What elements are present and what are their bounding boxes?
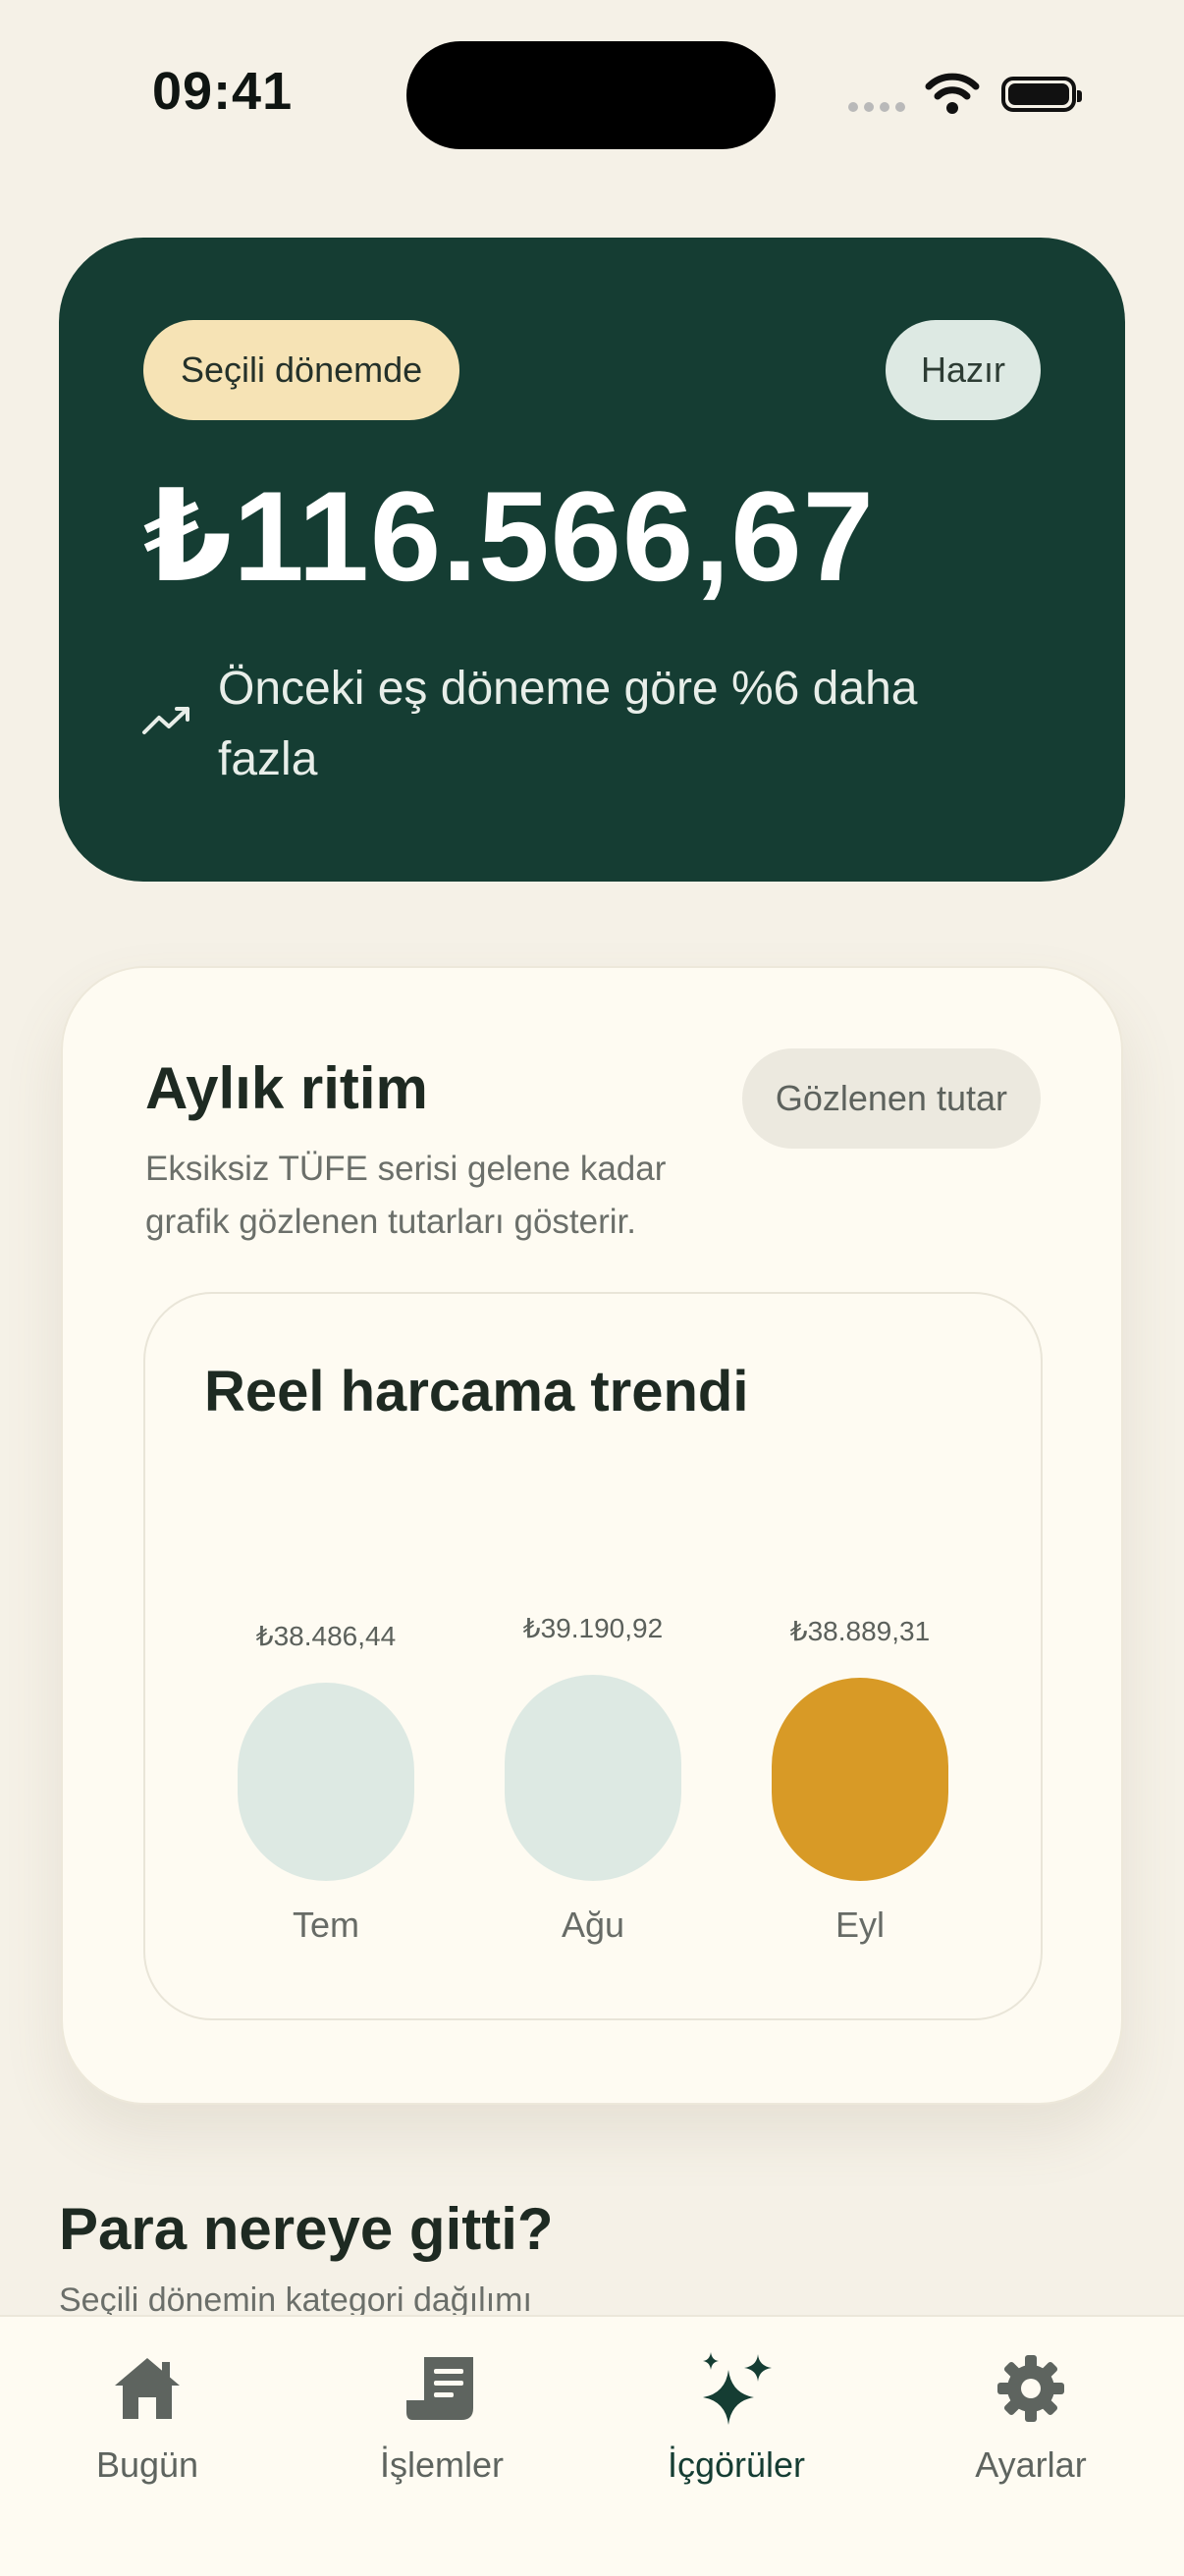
total-amount: ₺116.566,67 (143, 464, 875, 608)
tab-settings[interactable]: Ayarlar (884, 2346, 1178, 2486)
tab-transactions[interactable]: İşlemler (295, 2346, 589, 2486)
tab-insights[interactable]: İçgörüler (589, 2346, 884, 2486)
chart-column[interactable]: ₺38.486,44 Tem (238, 1488, 414, 1950)
period-badge[interactable]: Seçili dönemde (143, 320, 460, 420)
gear-icon (997, 2355, 1064, 2422)
rhythm-title: Aylık ritim (145, 1055, 428, 1121)
bar-value-label: ₺38.486,44 (255, 1621, 397, 1651)
tab-insights-label: İçgörüler (667, 2444, 806, 2485)
monthly-rhythm-card: Aylık ritim Eksiksiz TÜFE serisi gelene … (61, 966, 1123, 2105)
dynamic-island (406, 41, 776, 149)
status-bar: 09:41 (0, 0, 1184, 196)
tab-today[interactable]: Bugün (0, 2346, 295, 2486)
bottom-tab-bar: Bugün İşlemler İçgörüler Ayarlar (0, 2315, 1184, 2576)
bar-category-label: Tem (292, 1905, 359, 1945)
bar-category-label: Ağu (561, 1905, 625, 1945)
observed-amount-toggle[interactable]: Gözlenen tutar (741, 1048, 1041, 1149)
status-time: 09:41 (152, 62, 294, 121)
rhythm-subtitle: Eksiksiz TÜFE serisi gelene kadar grafik… (145, 1150, 667, 1241)
wifi-icon (925, 73, 980, 114)
home-icon (115, 2358, 180, 2419)
spending-summary-card: Seçili dönemde Hazır ₺116.566,67 Önceki … (59, 238, 1125, 882)
bar-value-label: ₺38.889,31 (789, 1616, 931, 1646)
period-comparison-text: Önceki eş döneme göre %6 daha fazla (218, 663, 918, 785)
bar-value-label: ₺39.190,92 (522, 1613, 664, 1643)
trending-up-icon (142, 707, 189, 734)
chart-column[interactable]: ₺39.190,92 Ağu (505, 1488, 681, 1950)
bar-category-label: Eyl (834, 1905, 885, 1945)
receipt-icon (406, 2357, 473, 2420)
chart-title: Reel harcama trendi (204, 1360, 749, 1423)
battery-icon (1001, 77, 1082, 112)
chart-column[interactable]: ₺38.889,31 Eyl (772, 1488, 948, 1950)
chart-bar[interactable] (238, 1683, 414, 1881)
real-spending-chart: Reel harcama trendi ₺38.486,44 Tem ₺39.190… (143, 1292, 1043, 2020)
tab-settings-label: Ayarlar (975, 2444, 1087, 2485)
cellular-signal-icon (848, 102, 905, 112)
chart-bar[interactable] (505, 1675, 681, 1881)
section-title: Para nereye gitti? (59, 2196, 554, 2262)
tab-today-label: Bugün (95, 2444, 199, 2485)
tab-transactions-label: İşlemler (379, 2444, 505, 2485)
chart-bar[interactable] (772, 1678, 948, 1881)
status-badge: Hazır (885, 320, 1041, 420)
sparkles-icon (703, 2352, 772, 2425)
